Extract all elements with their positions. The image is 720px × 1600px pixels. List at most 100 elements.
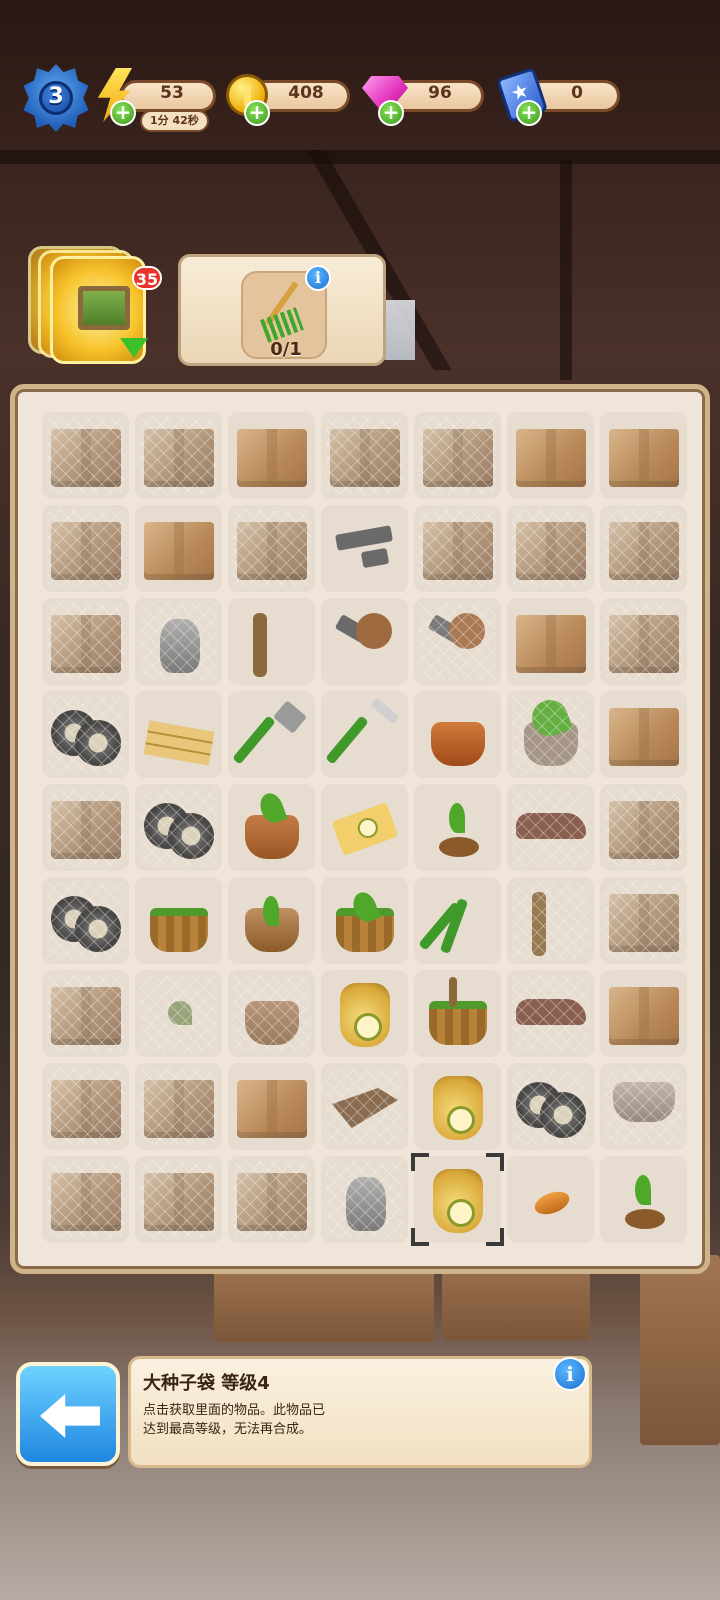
order-panel[interactable]: 0/1 i [178,254,386,366]
board-cell[interactable] [225,409,318,502]
board-cell[interactable] [318,781,411,874]
board-grid [39,409,691,1249]
board-cell[interactable] [39,1153,132,1246]
sprout-item [605,1161,682,1238]
board-cell[interactable] [597,781,690,874]
box-item [140,417,217,494]
board-cell[interactable] [39,688,132,781]
coins-counter[interactable]: 408 + [226,74,354,126]
bucket-tools-item [419,975,496,1052]
box-item [605,417,682,494]
box-item [233,1161,310,1238]
order-generator[interactable] [28,246,150,368]
board-cell[interactable] [318,502,411,595]
board-cell[interactable] [39,781,132,874]
board-cell[interactable] [225,688,318,781]
board-cell[interactable] [318,595,411,688]
arrow-left-icon [40,1394,100,1438]
board-cell[interactable] [597,688,690,781]
board-cell[interactable] [39,967,132,1060]
add-energy-button[interactable]: + [110,100,136,126]
coins-value: 408 [288,83,324,103]
board-cell[interactable] [597,967,690,1060]
board-cell[interactable] [39,502,132,595]
board-cell[interactable] [411,1153,504,1246]
board-cell[interactable] [597,1153,690,1246]
board-cell[interactable] [225,595,318,688]
background-beam [0,150,720,164]
pot-broken-item [419,696,496,773]
gems-counter[interactable]: 96 + [360,76,488,126]
board-cell[interactable] [504,967,597,1060]
gems-value: 96 [428,83,452,103]
board-cell[interactable] [504,409,597,502]
pipe-item [512,882,589,959]
board-cell[interactable] [225,1153,318,1246]
board-cell[interactable] [597,409,690,502]
board-cell[interactable] [318,874,411,967]
bucket-item [140,882,217,959]
board-cell[interactable] [411,967,504,1060]
board-cell[interactable] [504,595,597,688]
box-item [419,417,496,494]
board-cell[interactable] [225,781,318,874]
screw-item [326,603,403,680]
board-cell[interactable] [504,502,597,595]
board-cell[interactable] [411,595,504,688]
board-cell[interactable] [132,502,225,595]
board-cell[interactable] [318,967,411,1060]
knife-item [325,696,403,773]
board-cell[interactable] [132,1153,225,1246]
board-cell[interactable] [132,967,225,1060]
board-cell[interactable] [411,874,504,967]
board-cell[interactable] [504,874,597,967]
order-info-button[interactable]: i [305,265,331,291]
box-item [605,510,682,587]
board-cell[interactable] [39,409,132,502]
board-cell[interactable] [225,874,318,967]
board-cell[interactable] [504,1153,597,1246]
board-cell[interactable] [132,781,225,874]
bowl-item [605,1068,682,1145]
cards-counter[interactable]: 0 + [495,66,624,126]
board-cell[interactable] [132,874,225,967]
board-cell[interactable] [39,1060,132,1153]
board-cell[interactable] [411,409,504,502]
add-cards-button[interactable]: + [516,100,542,126]
board-cell[interactable] [504,1060,597,1153]
board-cell[interactable] [411,688,504,781]
board-cell[interactable] [39,595,132,688]
add-coins-button[interactable]: + [244,100,270,126]
level-badge[interactable]: 3 [22,64,90,132]
box-item [512,603,589,680]
board-cell[interactable] [318,688,411,781]
board-cell[interactable] [318,1060,411,1153]
board-cell[interactable] [225,967,318,1060]
board-cell[interactable] [504,781,597,874]
board-cell[interactable] [132,1060,225,1153]
board-cell[interactable] [132,595,225,688]
box-item [419,510,496,587]
board-cell[interactable] [132,409,225,502]
box-item [140,1068,217,1145]
add-gems-button[interactable]: + [378,100,404,126]
board-cell[interactable] [411,502,504,595]
energy-counter[interactable]: 53 + [96,68,220,126]
board-cell[interactable] [39,874,132,967]
board-cell[interactable] [225,1060,318,1153]
board-cell[interactable] [597,874,690,967]
board-cell[interactable] [318,409,411,502]
board-cell[interactable] [132,688,225,781]
board-cell[interactable] [318,1153,411,1246]
board-cell[interactable] [597,595,690,688]
tree-item [512,694,589,773]
board-cell[interactable] [411,781,504,874]
board-cell[interactable] [597,1060,690,1153]
board-cell[interactable] [597,502,690,595]
item-info-button[interactable]: i [553,1357,587,1391]
background-crate [214,1262,434,1342]
board-cell[interactable] [504,688,597,781]
back-button[interactable] [16,1362,120,1466]
board-cell[interactable] [411,1060,504,1153]
board-cell[interactable] [225,502,318,595]
